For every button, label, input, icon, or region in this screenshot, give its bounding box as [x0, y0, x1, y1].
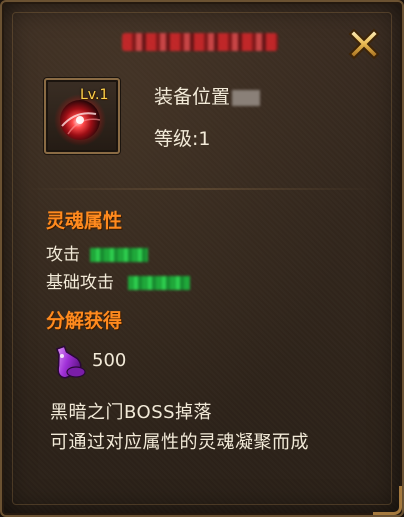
item-tooltip-panel: Lv.1 装备位置 等级:1 灵魂属性 攻击 基础攻击 分解获得 500 黑暗之… [0, 0, 404, 517]
close-button[interactable] [342, 22, 386, 66]
decompose-title: 分解获得 [46, 310, 123, 332]
item-title-blurred [122, 33, 278, 51]
description-line-2: 可通过对应属性的灵魂凝聚而成 [50, 432, 309, 453]
corner-ornament [373, 486, 402, 515]
attack-label: 攻击 [46, 245, 80, 265]
equip-position: 装备位置 [154, 82, 261, 109]
base-attack-label: 基础攻击 [46, 273, 114, 293]
item-title [122, 30, 282, 54]
equip-position-label: 装备位置 [154, 86, 231, 108]
item-level: 等级:1 [154, 128, 211, 150]
base-attack-row: 基础攻击 [46, 268, 190, 293]
base-attack-value-blurred [128, 276, 190, 290]
purple-potion-icon [48, 342, 88, 382]
attack-row: 攻击 [46, 240, 148, 265]
reward-amount: 500 [92, 350, 127, 371]
equip-position-value-blurred [232, 89, 261, 106]
attack-value-blurred [90, 248, 148, 262]
soul-attributes-title: 灵魂属性 [46, 210, 123, 232]
item-level-badge: Lv.1 [80, 87, 109, 103]
description-line-1: 黑暗之门BOSS掉落 [50, 402, 213, 423]
section-divider [26, 188, 378, 190]
close-icon [348, 28, 380, 60]
